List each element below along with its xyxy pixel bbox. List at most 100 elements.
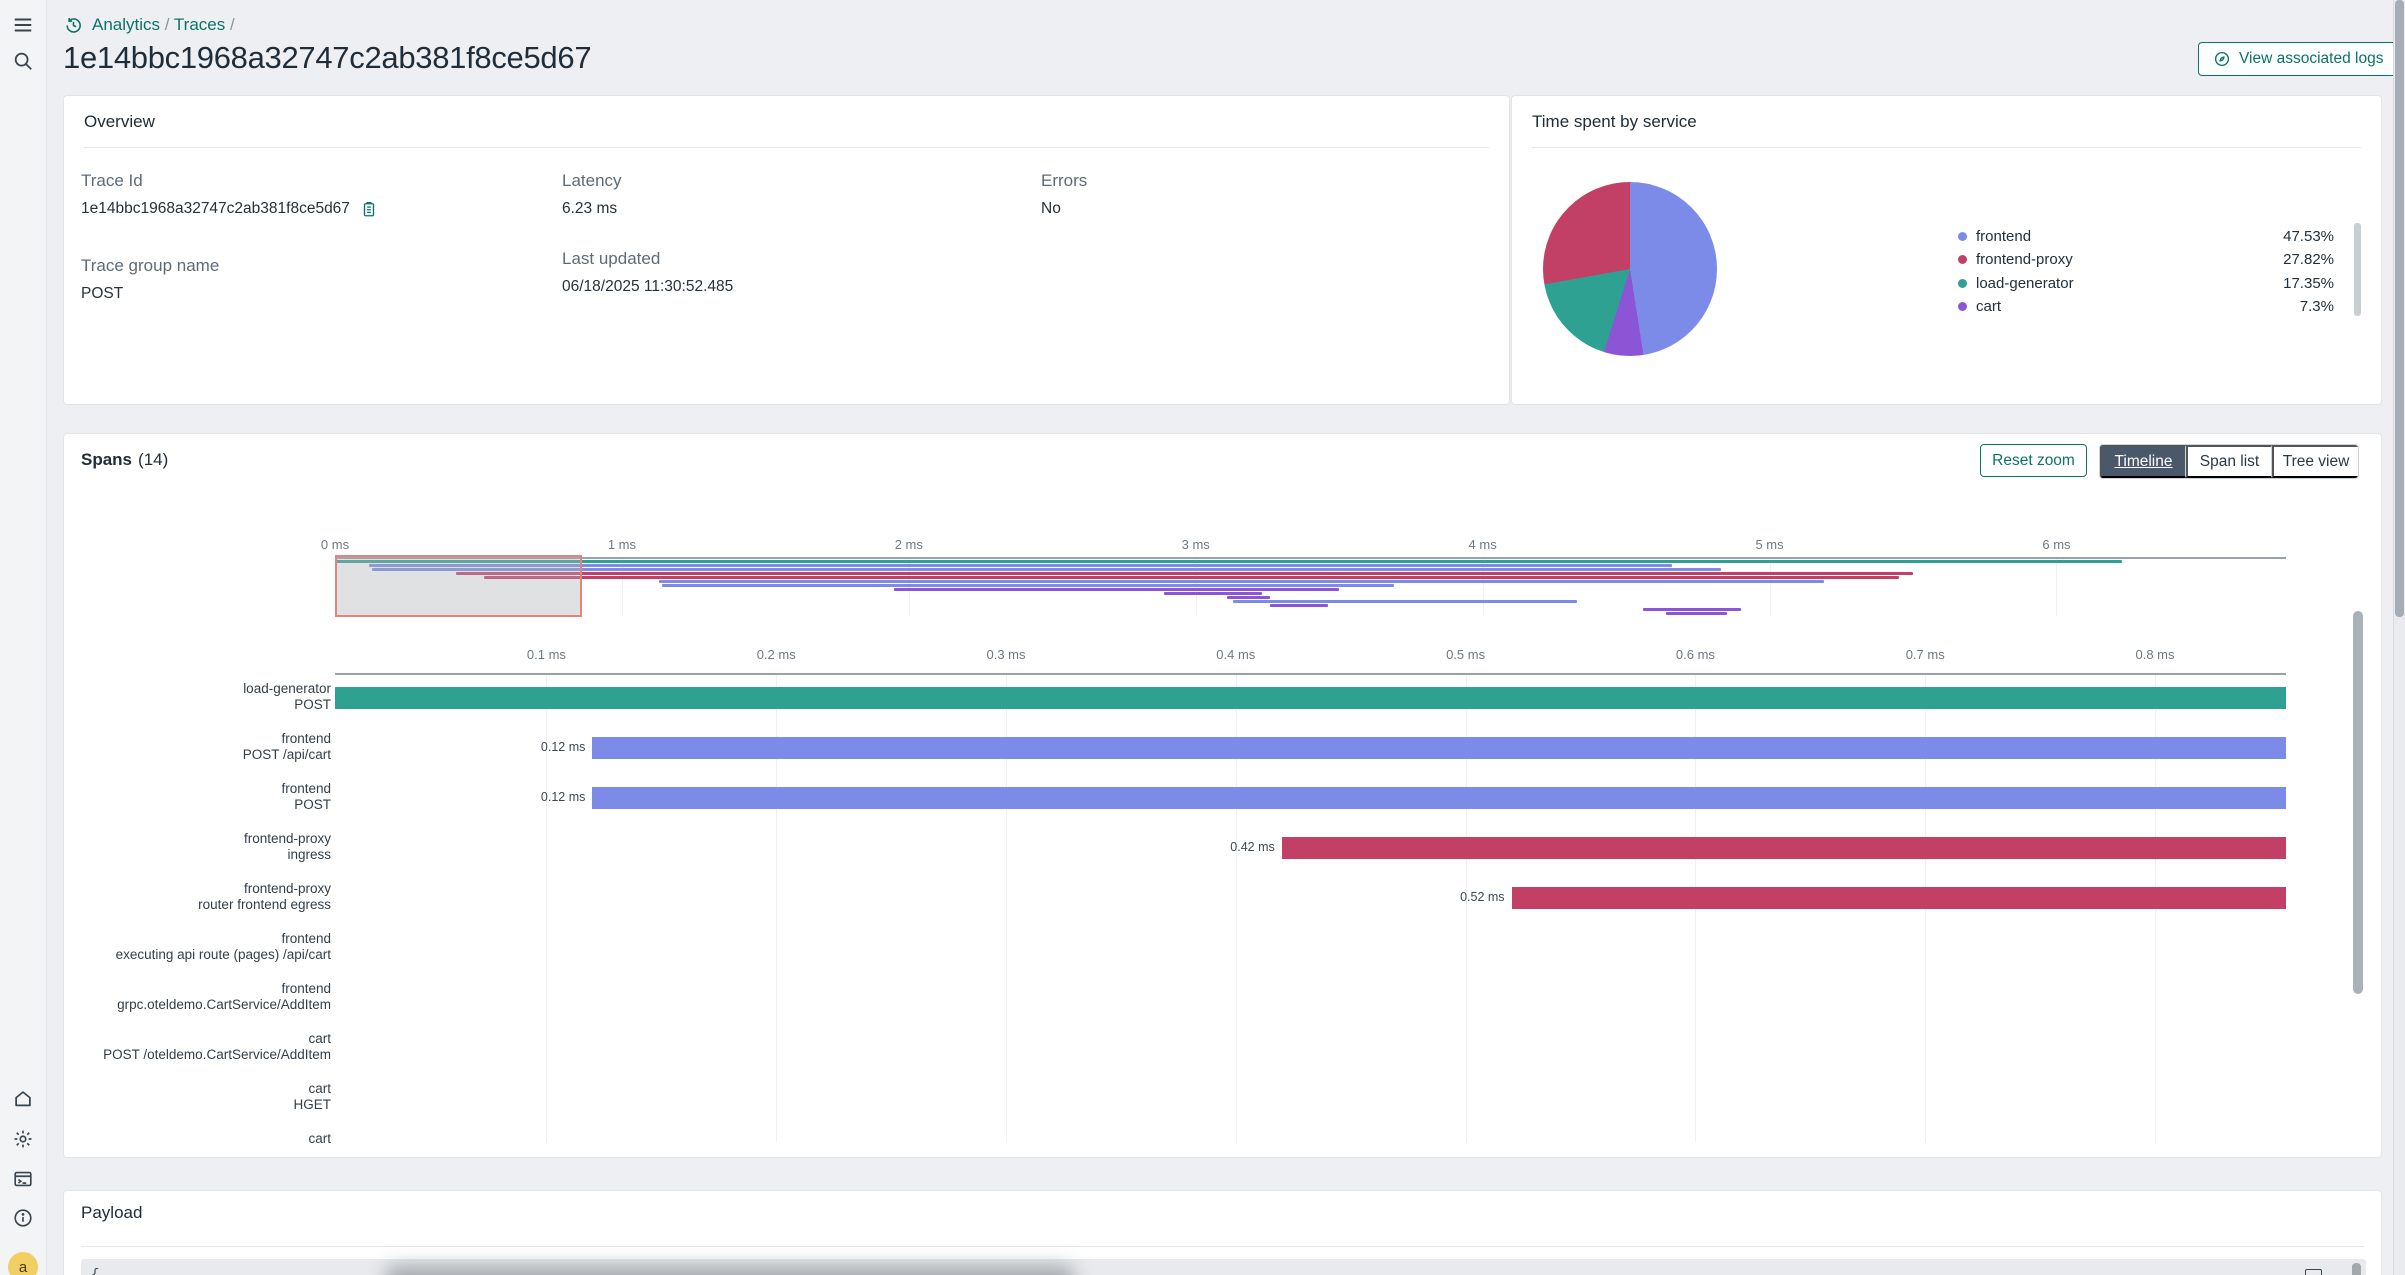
axis-tick-label: 0.6 ms: [1660, 647, 1730, 662]
axis-tick-label: 0.7 ms: [1890, 647, 1960, 662]
field-value-text: No: [1041, 200, 1061, 218]
overview-title: Overview: [84, 112, 155, 132]
copy-icon[interactable]: [2305, 1269, 2322, 1275]
overview-field: Trace Id1e14bbc1968a32747c2ab381f8ce5d67: [81, 171, 378, 218]
axis-tick-label: 2 ms: [874, 537, 944, 552]
legend-row[interactable]: frontend 47.53%: [1958, 226, 2334, 246]
legend-dot: [1958, 279, 1967, 288]
legend-percent: 7.3%: [2300, 298, 2334, 315]
search-icon[interactable]: [12, 50, 34, 72]
legend-percent: 47.53%: [2283, 228, 2334, 245]
info-icon[interactable]: [12, 1207, 34, 1229]
time-spent-card: Time spent by service frontend47.53%fron…: [1511, 95, 2382, 405]
overview-card: Overview Trace Id1e14bbc1968a32747c2ab38…: [63, 95, 1510, 405]
home-icon[interactable]: [12, 1088, 34, 1110]
menu-icon[interactable]: [12, 14, 34, 36]
span-row-label[interactable]: frontend-proxyrouter frontend egress: [64, 881, 331, 913]
page-scrollbar-track[interactable]: [2393, 0, 2405, 1275]
span-row-label[interactable]: cart: [64, 1131, 331, 1147]
view-associated-logs-button[interactable]: View associated logs: [2198, 42, 2398, 76]
payload-scrollbar[interactable]: [2352, 1263, 2361, 1275]
span-bar[interactable]: [335, 687, 2286, 709]
tab-timeline[interactable]: Timeline: [2100, 445, 2186, 478]
legend-row[interactable]: load-generator17.35%: [1958, 273, 2334, 293]
minimap-axis: [335, 557, 2286, 559]
payload-code-block[interactable]: {: [81, 1259, 2366, 1275]
span-duration-label: 0.52 ms: [1422, 890, 1505, 904]
field-value: 6.23 ms: [562, 200, 622, 218]
breadcrumb-link[interactable]: Traces: [174, 15, 225, 34]
spans-title: Spans(14): [81, 450, 168, 470]
legend-row[interactable]: frontend-proxy27.82%: [1958, 250, 2334, 270]
minimap-span-bar[interactable]: [456, 572, 1914, 575]
detail-axis: [335, 673, 2286, 675]
breadcrumb-separator: /: [225, 15, 234, 34]
overview-field: Errors No: [1041, 171, 1087, 218]
minimap-span-bar[interactable]: [659, 580, 1824, 583]
minimap-span-bar[interactable]: [335, 560, 2122, 563]
overview-field: Latency 6.23 ms: [562, 171, 622, 218]
span-duration-label: 0.42 ms: [1192, 840, 1275, 854]
minimap-span-bar[interactable]: [484, 576, 1898, 579]
span-service: frontend: [64, 981, 331, 997]
minimap-span-bar[interactable]: [1233, 600, 1577, 603]
minimap-span-bar[interactable]: [894, 588, 1339, 591]
span-service: frontend-proxy: [64, 831, 331, 847]
minimap-span-bar[interactable]: [1164, 592, 1262, 595]
avatar[interactable]: a: [8, 1252, 38, 1275]
span-service: frontend: [64, 931, 331, 947]
span-row-label[interactable]: frontendPOST: [64, 781, 331, 813]
span-row-label[interactable]: cartPOST /oteldemo.CartService/AddItem: [64, 1031, 331, 1063]
tab-span-list[interactable]: Span list: [2186, 445, 2272, 478]
span-service: cart: [64, 1131, 331, 1147]
axis-tick-label: 0.1 ms: [511, 647, 581, 662]
span-bar[interactable]: [1282, 837, 2286, 859]
span-row-label[interactable]: frontendexecuting api route (pages) /api…: [64, 931, 331, 963]
legend-label: load-generator: [1976, 275, 2074, 292]
span-duration-label: 0.12 ms: [502, 790, 585, 804]
tab-tree-view[interactable]: Tree view: [2272, 445, 2358, 478]
axis-tick-label: 6 ms: [2021, 537, 2091, 552]
legend-row[interactable]: cart7.3%: [1958, 297, 2334, 317]
legend-dot: [1958, 255, 1967, 264]
minimap-span-bar[interactable]: [1643, 608, 1741, 611]
payload-code-preview: {: [91, 1267, 99, 1275]
field-label: Latency: [562, 171, 622, 191]
span-row-label[interactable]: load-generatorPOST: [64, 681, 331, 713]
span-operation: executing api route (pages) /api/cart: [64, 947, 331, 963]
spans-scrollbar[interactable]: [2353, 611, 2363, 994]
legend-label: frontend: [1976, 228, 2031, 245]
span-bar[interactable]: [1512, 887, 2286, 909]
span-operation: grpc.oteldemo.CartService/AddItem: [64, 997, 331, 1013]
view-associated-logs-label: View associated logs: [2239, 50, 2383, 68]
minimap-span-bar[interactable]: [1227, 596, 1270, 599]
minimap-span-bar[interactable]: [662, 584, 1394, 587]
span-operation: POST /api/cart: [64, 747, 331, 763]
reset-zoom-button[interactable]: Reset zoom: [1980, 444, 2087, 477]
page-scrollbar-thumb[interactable]: [2395, 0, 2404, 617]
minimap-span-bar[interactable]: [1270, 604, 1327, 607]
span-row-label[interactable]: frontend-proxyingress: [64, 831, 331, 863]
span-row-label[interactable]: frontendgrpc.oteldemo.CartService/AddIte…: [64, 981, 331, 1013]
field-label: Errors: [1041, 171, 1087, 191]
span-service: cart: [64, 1031, 331, 1047]
payload-card: Payload {: [63, 1190, 2382, 1275]
minimap-span-bar[interactable]: [1666, 612, 1726, 615]
view-mode-tabs: TimelineSpan listTree view: [2099, 444, 2359, 479]
span-bar[interactable]: [592, 787, 2286, 809]
app-root: a Analytics / Traces / 1e14bbc1968a32747…: [0, 0, 2405, 1275]
copy-icon[interactable]: [360, 200, 378, 218]
breadcrumb: Analytics / Traces /: [64, 15, 235, 35]
span-bar[interactable]: [592, 737, 2286, 759]
legend-scrollbar[interactable]: [2354, 223, 2361, 316]
field-value-text: 06/18/2025 11:30:52.485: [562, 278, 733, 296]
terminal-icon[interactable]: [12, 1168, 34, 1190]
gridline: [1770, 558, 1771, 616]
payload-blur-overlay: [385, 1265, 1075, 1275]
time-spent-pie-chart[interactable]: [1543, 182, 1717, 356]
minimap-selection[interactable]: [335, 555, 582, 617]
span-row-label[interactable]: frontendPOST /api/cart: [64, 731, 331, 763]
settings-icon[interactable]: [12, 1128, 34, 1150]
breadcrumb-link[interactable]: Analytics: [92, 15, 160, 34]
span-row-label[interactable]: cartHGET: [64, 1081, 331, 1113]
